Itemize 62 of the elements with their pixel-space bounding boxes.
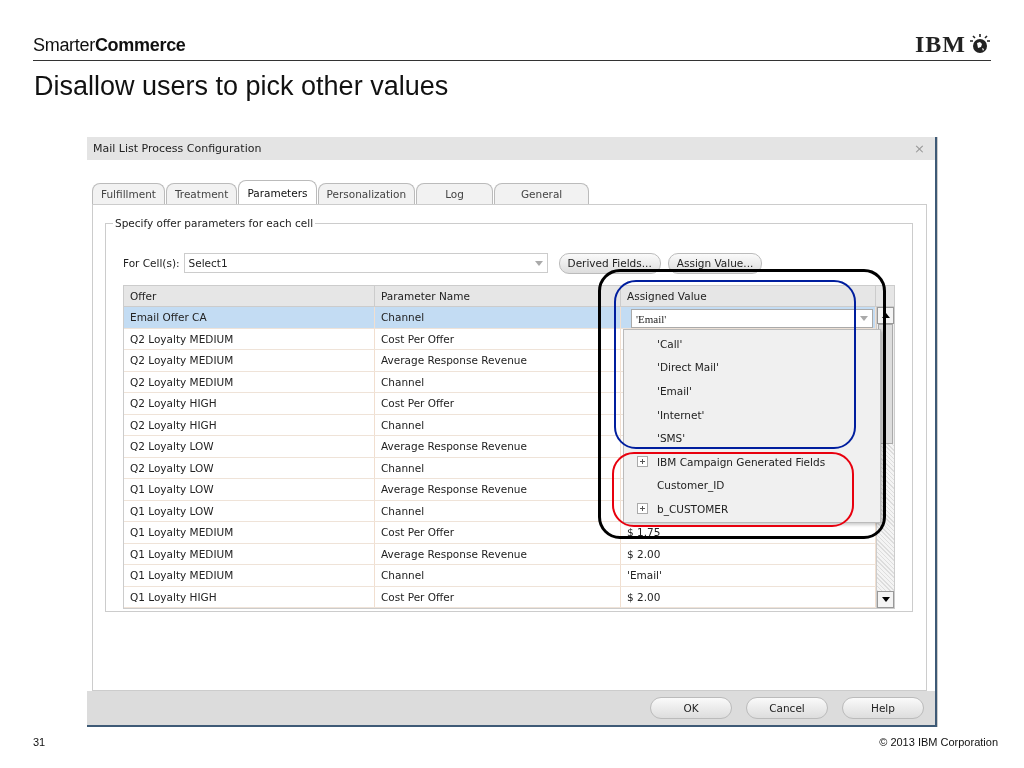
company-logo: IBM — [915, 32, 966, 56]
table-cell: Channel — [375, 565, 621, 586]
table-cell: Q1 Loyalty MEDIUM — [124, 565, 375, 586]
column-header[interactable]: Offer — [124, 286, 375, 306]
table-cell: Q1 Loyalty LOW — [124, 500, 375, 521]
dropdown-arrow-icon — [534, 260, 543, 266]
field-label: For Cell(s): — [123, 257, 180, 269]
table-cell: Channel — [375, 500, 621, 521]
table-cell: Q2 Loyalty MEDIUM — [124, 371, 375, 392]
tab[interactable]: Log — [416, 183, 493, 204]
table-cell: Average Response Revenue — [375, 479, 621, 500]
table-cell: Q1 Loyalty MEDIUM — [124, 543, 375, 564]
group-label: Specify offer parameters for each cell — [114, 217, 315, 229]
table-cell: Q1 Loyalty MEDIUM — [124, 522, 375, 543]
window-title: Mail List Process Configuration — [93, 142, 262, 155]
table-cell: Cost Per Offer — [375, 393, 621, 414]
table-cell: Q2 Loyalty MEDIUM — [124, 350, 375, 371]
table-cell: Average Response Revenue — [375, 543, 621, 564]
table-row[interactable]: Q1 Loyalty MEDIUM Average Response Revenue $ 2.00 — [124, 543, 876, 565]
toolbar-button[interactable]: Derived Fields... — [558, 252, 661, 274]
table-row[interactable]: Q1 Loyalty MEDIUM Channel 'Email' — [124, 565, 876, 587]
slide-title: Disallow users to pick other values — [34, 71, 450, 103]
tab[interactable]: Treatment — [165, 183, 238, 204]
dialog-button[interactable]: Help — [842, 697, 924, 719]
dialog-button[interactable]: Cancel — [746, 697, 828, 719]
expand-icon[interactable] — [637, 456, 648, 468]
brand-name: SmarterCommerce — [33, 35, 186, 56]
table-cell: Q2 Loyalty MEDIUM — [124, 328, 375, 349]
column-header[interactable]: Parameter Name — [375, 286, 621, 306]
expand-icon[interactable] — [637, 503, 648, 515]
tab[interactable]: Personalization — [317, 183, 416, 204]
table-cell: Average Response Revenue — [375, 436, 621, 457]
table-cell: Channel — [375, 457, 621, 478]
value-select[interactable]: 'Email' — [631, 309, 873, 328]
table-cell: Average Response Revenue — [375, 350, 621, 371]
table-cell: Q2 Loyalty LOW — [124, 457, 375, 478]
tab[interactable]: Parameters — [238, 180, 317, 204]
table-cell: Cost Per Offer — [375, 328, 621, 349]
table-cell: Cost Per Offer — [375, 586, 621, 607]
dropdown-arrow-icon — [860, 316, 868, 321]
dropdown-option[interactable]: b_CUSTOMER — [657, 502, 729, 515]
tab[interactable]: General — [493, 183, 590, 204]
table-cell: Q1 Loyalty LOW — [124, 479, 375, 500]
dropdown-option[interactable]: IBM Campaign Generated Fields — [657, 455, 826, 468]
globe-icon — [969, 34, 991, 54]
cell-select[interactable]: Select1 — [183, 253, 548, 273]
page-number: 31 — [33, 736, 46, 748]
toolbar-button[interactable]: Assign Value... — [667, 252, 763, 274]
table-cell: Channel — [375, 371, 621, 392]
table-row[interactable]: Q1 Loyalty HIGH Cost Per Offer $ 2.00 — [124, 586, 876, 608]
table-cell: Q2 Loyalty HIGH — [124, 393, 375, 414]
tab[interactable]: Fulfillment — [92, 183, 165, 204]
table-cell: Cost Per Offer — [375, 522, 621, 543]
table-cell: Channel — [375, 414, 621, 435]
copyright-text: © 2013 IBM Corporation — [879, 736, 998, 748]
table-cell: Q2 Loyalty HIGH — [124, 414, 375, 435]
table-cell: Email Offer CA — [124, 307, 375, 328]
column-header[interactable]: Assigned Value — [621, 286, 876, 306]
table-cell: Q1 Loyalty HIGH — [124, 586, 375, 607]
table-cell: Channel — [375, 307, 621, 328]
table-cell: Q2 Loyalty LOW — [124, 436, 375, 457]
dialog-button[interactable]: OK — [650, 697, 732, 719]
